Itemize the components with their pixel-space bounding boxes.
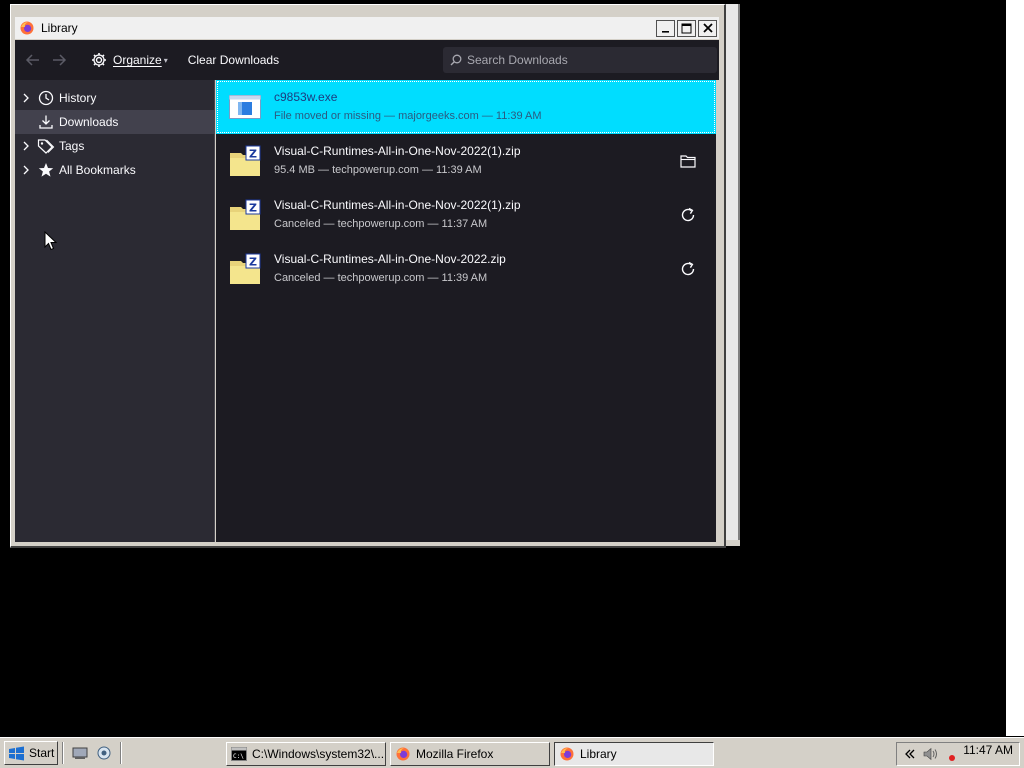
sidebar-item-tags[interactable]: Tags bbox=[15, 134, 214, 158]
taskbar-button-label: C:\Windows\system32\... bbox=[252, 747, 385, 761]
download-item[interactable]: Z Visual-C-Runtimes-All-in-One-Nov-2022.… bbox=[216, 242, 716, 296]
mouse-cursor-icon bbox=[44, 231, 58, 251]
sidebar-item-label: Downloads bbox=[59, 115, 119, 129]
arrow-right-icon bbox=[53, 54, 67, 66]
sidebar-item-history[interactable]: History bbox=[15, 86, 214, 110]
download-status: 95.4 MB — techpowerup.com — 11:39 AM bbox=[274, 164, 482, 176]
maximize-button[interactable] bbox=[677, 19, 696, 37]
tag-icon bbox=[37, 137, 55, 155]
start-label: Start bbox=[29, 746, 55, 760]
arrow-left-icon bbox=[25, 54, 39, 66]
folder-icon bbox=[680, 155, 696, 168]
download-filename: Visual-C-Runtimes-All-in-One-Nov-2022(1)… bbox=[274, 144, 521, 158]
organize-label: Organize bbox=[113, 53, 162, 67]
minimize-icon bbox=[661, 31, 669, 33]
zip-icon: Z bbox=[228, 145, 262, 177]
close-button[interactable] bbox=[698, 19, 717, 37]
desktop-background-strip bbox=[1006, 0, 1024, 736]
chevron-right-icon[interactable] bbox=[19, 141, 33, 151]
download-filename: Visual-C-Runtimes-All-in-One-Nov-2022.zi… bbox=[274, 252, 506, 266]
system-tray: 11:47 AM bbox=[896, 742, 1020, 766]
svg-text:C:\: C:\ bbox=[233, 753, 244, 760]
download-status: Canceled — techpowerup.com — 11:37 AM bbox=[274, 218, 488, 230]
clock[interactable]: 11:47 AM bbox=[963, 743, 1013, 757]
window-shadow bbox=[726, 4, 740, 540]
firefox-icon bbox=[19, 20, 35, 36]
sidebar-item-downloads[interactable]: Downloads bbox=[15, 110, 214, 134]
download-icon bbox=[37, 113, 55, 131]
cmd-icon: C:\ bbox=[231, 746, 247, 762]
chevron-right-icon[interactable] bbox=[19, 93, 33, 103]
svg-text:Z: Z bbox=[249, 256, 257, 269]
retry-icon bbox=[681, 261, 695, 276]
show-in-folder-button[interactable] bbox=[674, 147, 702, 175]
firefox-icon bbox=[395, 746, 411, 762]
taskbar-button-cmd[interactable]: C:\ C:\Windows\system32\... bbox=[226, 742, 386, 766]
show-desktop-icon[interactable] bbox=[71, 744, 89, 762]
taskbar-separator bbox=[120, 742, 123, 764]
volume-icon[interactable] bbox=[923, 746, 939, 762]
chevron-down-icon: ▾ bbox=[163, 55, 168, 65]
downloads-list[interactable]: c9853w.exe File moved or missing — major… bbox=[216, 80, 716, 542]
network-alert-icon[interactable] bbox=[944, 746, 960, 762]
svg-text:Z: Z bbox=[249, 202, 257, 215]
sidebar-item-all-bookmarks[interactable]: All Bookmarks bbox=[15, 158, 214, 182]
chevron-double-left-icon[interactable] bbox=[902, 746, 918, 762]
download-filename: Visual-C-Runtimes-All-in-One-Nov-2022(1)… bbox=[274, 198, 521, 212]
start-button[interactable]: Start bbox=[4, 741, 59, 765]
forward-button[interactable] bbox=[47, 48, 71, 72]
retry-download-button[interactable] bbox=[674, 255, 702, 283]
download-status: Canceled — techpowerup.com — 11:39 AM bbox=[274, 272, 488, 284]
clear-downloads-button[interactable]: Clear Downloads bbox=[184, 49, 283, 71]
zip-icon: Z bbox=[228, 199, 262, 231]
maximize-icon bbox=[681, 23, 692, 33]
retry-icon bbox=[681, 207, 695, 222]
retry-download-button[interactable] bbox=[674, 201, 702, 229]
search-box[interactable] bbox=[443, 47, 717, 73]
download-status: File moved or missing — majorgeeks.com —… bbox=[274, 110, 542, 122]
places-sidebar: History Downloads Tags All Bookmarks bbox=[15, 80, 215, 542]
back-button[interactable] bbox=[21, 48, 45, 72]
svg-text:Z: Z bbox=[249, 148, 257, 161]
download-filename: c9853w.exe bbox=[274, 90, 338, 104]
taskbar-button-label: Library bbox=[580, 747, 617, 761]
zip-icon: Z bbox=[228, 253, 262, 285]
download-item[interactable]: Z Visual-C-Runtimes-All-in-One-Nov-2022(… bbox=[216, 134, 716, 188]
window-controls bbox=[656, 19, 717, 37]
gear-icon bbox=[92, 53, 106, 67]
search-icon bbox=[449, 53, 463, 67]
minimize-button[interactable] bbox=[656, 19, 675, 37]
taskbar: Start C:\ C:\Windows\system32\... Mozill… bbox=[0, 737, 1024, 768]
firefox-icon bbox=[559, 746, 575, 762]
sidebar-item-label: Tags bbox=[59, 139, 85, 153]
taskbar-separator bbox=[62, 742, 65, 764]
download-item[interactable]: Z Visual-C-Runtimes-All-in-One-Nov-2022(… bbox=[216, 188, 716, 242]
taskbar-button-firefox[interactable]: Mozilla Firefox bbox=[390, 742, 550, 766]
search-input[interactable] bbox=[467, 53, 717, 67]
browser-quicklaunch-icon[interactable] bbox=[95, 744, 113, 762]
star-icon bbox=[37, 161, 55, 179]
sidebar-item-label: All Bookmarks bbox=[59, 163, 136, 177]
title-bar[interactable]: Library bbox=[15, 17, 719, 39]
download-item[interactable]: c9853w.exe File moved or missing — major… bbox=[216, 80, 716, 134]
exe-icon bbox=[228, 91, 262, 123]
taskbar-button-label: Mozilla Firefox bbox=[416, 747, 494, 761]
chevron-right-icon[interactable] bbox=[19, 165, 33, 175]
library-window: Library Organize ▾ Clear Downloads Searc… bbox=[10, 4, 740, 548]
taskbar-button-library[interactable]: Library bbox=[554, 742, 714, 766]
organize-menu-button[interactable]: Organize ▾ bbox=[87, 47, 172, 73]
clock-icon bbox=[37, 89, 55, 107]
close-icon bbox=[702, 23, 713, 33]
sidebar-item-label: History bbox=[59, 91, 97, 105]
library-toolbar: Organize ▾ Clear Downloads bbox=[15, 40, 719, 80]
window-title: Library bbox=[41, 21, 78, 35]
windows-logo-icon bbox=[9, 746, 24, 761]
